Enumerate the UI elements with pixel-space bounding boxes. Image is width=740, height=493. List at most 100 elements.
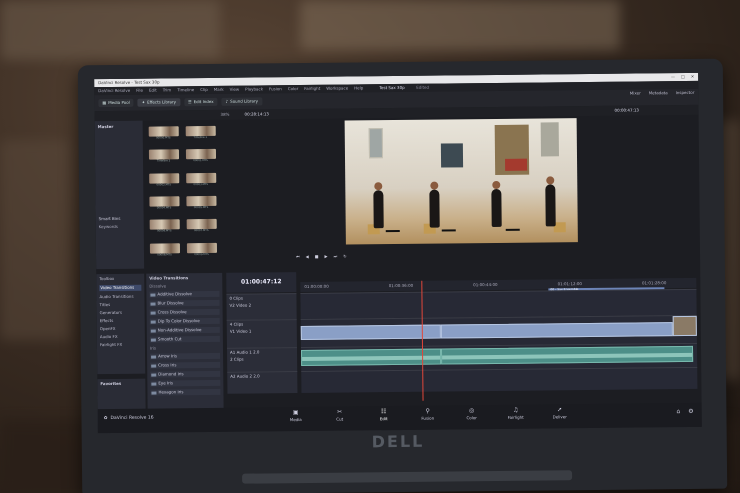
fx-nav-fairlight-fx[interactable]: Fairlight FX	[100, 342, 142, 347]
stop-icon[interactable]: ■	[315, 254, 319, 259]
fx-item[interactable]: Non-Additive Dissolve	[149, 326, 220, 334]
master-bin[interactable]: Master	[98, 124, 140, 129]
menu-item[interactable]: Help	[354, 85, 363, 90]
keywords-bin[interactable]: Keywords	[99, 224, 141, 229]
page-tab-fusion[interactable]: ⚲ Fusion	[418, 408, 438, 421]
menu-item[interactable]: Mark	[214, 87, 224, 92]
bin-list: Master Smart Bins Keywords	[94, 120, 145, 270]
video-clip[interactable]	[300, 324, 441, 341]
menu-item[interactable]: Fairlight	[304, 86, 320, 91]
menu-item[interactable]: Clip	[200, 87, 208, 92]
gear-icon[interactable]: ⚙	[688, 408, 693, 415]
menu-item[interactable]: Trim	[163, 87, 172, 92]
effects-library-button[interactable]: ✦ Effects Library	[137, 98, 181, 107]
page-tabs: ▣ Media ✂ Cut ☷ Edit ⚲ Fusion ◎ Color ♫ Fairli…	[286, 406, 570, 422]
effects-icon: ✦	[141, 99, 146, 105]
track-header-a1[interactable]: A1 Audio 1 2.0 2 Clips	[226, 347, 298, 372]
track-v1[interactable]	[300, 314, 697, 348]
sound-library-label: Sound Library	[230, 98, 259, 104]
menu-item[interactable]: Playback	[245, 86, 263, 91]
thumbnail-image	[149, 219, 180, 230]
loop-icon[interactable]: ↻	[343, 254, 346, 259]
track-header-v2[interactable]: 0 Clips V2 Video 2	[226, 293, 297, 320]
bottom-right-buttons: ⌂ ⚙	[676, 408, 693, 415]
fx-item[interactable]: Additive Dissolve	[149, 290, 220, 298]
track-clip-count: 4 Clips	[229, 321, 244, 327]
media-thumb[interactable]: 00006.MTS	[148, 219, 181, 240]
window-controls[interactable]: — □ ✕	[671, 74, 698, 79]
track-header-v1[interactable]: 4 Clips V1 Video 1	[226, 319, 297, 348]
media-thumb[interactable]: 00004.MTS	[147, 196, 180, 216]
fx-item[interactable]: Arrow Iris	[150, 352, 221, 360]
viewer-frame[interactable]	[344, 118, 578, 245]
media-thumb[interactable]: 00008.MTS	[148, 242, 181, 263]
edit-index-button[interactable]: ☰ Edit Index	[183, 97, 218, 107]
audio-clip[interactable]	[301, 348, 442, 367]
track-a2[interactable]	[301, 366, 698, 394]
page-tab-color[interactable]: ◎ Color	[462, 407, 482, 420]
fx-nav-openfx[interactable]: OpenFX	[100, 326, 142, 331]
track-header-a2[interactable]: A2 Audio 2 2.0	[227, 371, 298, 394]
fx-nav-audio-fx[interactable]: Audio FX	[100, 334, 142, 339]
media-thumb[interactable]: Timeline 2	[147, 149, 180, 170]
media-thumb[interactable]: 00000.MTS	[147, 126, 180, 146]
edit-icon: ☷	[380, 408, 387, 416]
color-icon: ◎	[468, 407, 475, 415]
menu-item[interactable]: Timeline	[177, 87, 194, 92]
track-name: Audio 1	[236, 349, 252, 355]
media-thumb[interactable]: 00009.MTS	[185, 242, 218, 263]
fx-nav-video-transitions[interactable]: Video Transitions	[99, 284, 142, 292]
fx-category: Iris	[149, 345, 157, 351]
skip-back-icon[interactable]: ⏮	[296, 254, 300, 259]
video-clip-thumbnail[interactable]	[672, 315, 697, 337]
page-tab-fairlight[interactable]: ♫ Fairlight	[506, 407, 526, 420]
fx-item[interactable]: Blur Dissolve	[149, 299, 220, 307]
video-clip[interactable]	[440, 322, 673, 339]
transition-icon	[151, 373, 157, 377]
menu-item[interactable]: Edit	[149, 88, 157, 93]
media-pool-icon: ▦	[102, 100, 107, 106]
fx-nav-generators[interactable]: Generators	[100, 310, 142, 315]
menu-item[interactable]: View	[230, 87, 240, 92]
transition-icon	[150, 320, 156, 324]
audio-clip[interactable]	[441, 345, 694, 365]
fx-item[interactable]: Smooth Cut	[149, 335, 220, 343]
page-tab-deliver[interactable]: ➚ Deliver	[550, 406, 570, 419]
page-tab-cut[interactable]: ✂ Cut	[330, 409, 350, 422]
media-thumb[interactable]: 00002.MTS	[147, 172, 180, 193]
track-clip-count: 0 Clips	[229, 295, 243, 301]
play-icon[interactable]: ▶	[324, 254, 327, 259]
fx-nav-effects[interactable]: Effects	[100, 318, 142, 323]
page-tab-media[interactable]: ▣ Media	[286, 409, 306, 422]
toolbox-header[interactable]: Toolbox	[99, 276, 141, 281]
skip-forward-icon[interactable]: ⏭	[334, 254, 338, 259]
media-thumb[interactable]: 00001.MTS	[184, 149, 217, 169]
media-thumb[interactable]: 00003.MTS	[184, 172, 217, 193]
menu-item[interactable]: Workspace	[326, 86, 348, 91]
fx-item[interactable]: Hexagon Iris	[150, 388, 221, 396]
fx-item[interactable]: Dip To Color Dissolve	[149, 317, 220, 325]
menu-item[interactable]: DaVinci Resolve	[98, 88, 130, 93]
page-tab-edit[interactable]: ☷ Edit	[374, 408, 394, 421]
menu-item[interactable]: Fusion	[269, 86, 282, 91]
fx-item[interactable]: Cross Iris	[150, 361, 221, 369]
media-thumb[interactable]: 00007.MTS	[185, 219, 218, 239]
metadata-button[interactable]: Metadata	[649, 90, 668, 95]
menu-item[interactable]: File	[136, 88, 143, 93]
fx-item[interactable]: Diamond Iris	[150, 370, 221, 378]
inspector-button[interactable]: Inspector	[676, 90, 695, 95]
fx-nav-audio-transitions[interactable]: Audio Transitions	[99, 294, 141, 299]
menu-item[interactable]: Color	[288, 86, 299, 91]
reverse-icon[interactable]: ◀	[306, 254, 309, 259]
media-thumb[interactable]: 00005.MTS	[184, 195, 217, 216]
media-thumb[interactable]: Timeline 1	[184, 125, 217, 146]
fx-item[interactable]: Eye Iris	[150, 379, 221, 387]
zoom-level[interactable]: 38%	[221, 112, 230, 117]
mixer-button[interactable]: Mixer	[630, 90, 641, 95]
sound-library-button[interactable]: ♪ Sound Library	[221, 97, 263, 106]
fx-item[interactable]: Cross Dissolve	[149, 308, 220, 316]
fx-nav-titles[interactable]: Titles	[99, 302, 142, 307]
media-pool-button[interactable]: ▦ Media Pool	[98, 98, 134, 108]
home-icon[interactable]: ⌂	[676, 408, 680, 415]
transport-controls: ⏮ ◀ ■ ▶ ⏭ ↻	[236, 248, 696, 263]
